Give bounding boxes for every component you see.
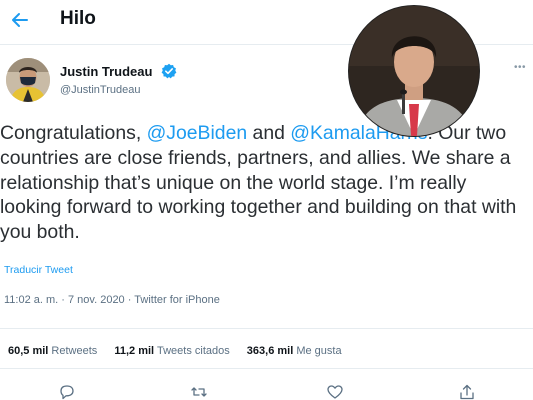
engagement-stats: 60,5 mil Retweets 11,2 mil Tweets citado…	[8, 345, 356, 357]
portrait-photo	[349, 6, 479, 136]
reply-icon[interactable]	[58, 383, 76, 400]
tweet-metadata: 11:02 a. m. · 7 nov. 2020 · Twitter for …	[4, 294, 220, 306]
author-name[interactable]: Justin Trudeau	[60, 64, 152, 79]
translate-tweet-link[interactable]: Traducir Tweet	[4, 264, 73, 276]
retweets-count: 60,5 mil	[8, 345, 49, 357]
tweet-text-part: Congratulations,	[0, 122, 147, 144]
back-arrow-icon[interactable]	[10, 10, 30, 30]
quotes-count: 11,2 mil	[114, 345, 155, 357]
divider	[0, 328, 533, 329]
likes-label: Me gusta	[296, 345, 342, 357]
mention-link[interactable]: @JoeBiden	[147, 122, 248, 144]
more-options-icon[interactable]: •••	[514, 62, 526, 73]
meta-separator: ·	[58, 294, 68, 306]
avatar-image	[6, 58, 50, 102]
quote-tweets-stat[interactable]: 11,2 mil Tweets citados	[114, 345, 229, 357]
author-avatar[interactable]	[6, 58, 50, 102]
tweet-thread-page: Hilo Justin Trudeau @JustinTrudeau ••• C…	[0, 0, 533, 400]
tweet-time[interactable]: 11:02 a. m.	[4, 294, 58, 306]
page-title: Hilo	[60, 8, 96, 29]
divider	[0, 368, 533, 369]
tweet-date[interactable]: 7 nov. 2020	[68, 294, 125, 306]
like-icon[interactable]	[326, 383, 344, 400]
retweets-label: Retweets	[51, 345, 98, 357]
tweet-text-part: and	[247, 122, 291, 144]
portrait-image	[349, 6, 479, 136]
share-icon[interactable]	[458, 383, 476, 400]
meta-separator: ·	[124, 294, 135, 306]
retweets-stat[interactable]: 60,5 mil Retweets	[8, 345, 97, 357]
likes-count: 363,6 mil	[246, 345, 294, 357]
retweet-icon[interactable]	[190, 383, 208, 400]
verified-badge-icon	[161, 63, 177, 79]
tweet-text: Congratulations, @JoeBiden and @KamalaHa…	[0, 121, 530, 245]
tweet-source[interactable]: Twitter for iPhone	[134, 294, 220, 306]
quotes-label: Tweets citados	[156, 345, 230, 357]
author-handle[interactable]: @JustinTrudeau	[60, 84, 140, 96]
likes-stat[interactable]: 363,6 mil Me gusta	[247, 345, 342, 357]
